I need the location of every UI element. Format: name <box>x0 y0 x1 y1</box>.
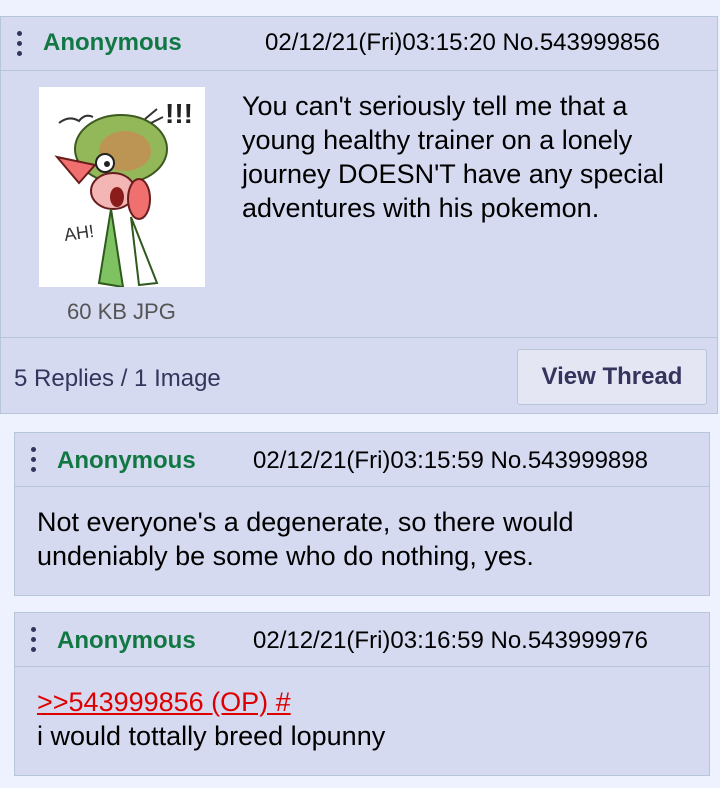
post-body: You can't seriously tell me that a young… <box>242 91 664 223</box>
post-datetime: 02/12/21(Fri)03:15:20 No.543999856 <box>265 29 660 56</box>
post-header: Anonymous 02/12/21(Fri)03:15:20 No.54399… <box>1 17 717 71</box>
post-datetime: 02/12/21(Fri)03:15:59 No.543999898 <box>253 447 648 474</box>
reply-post: Anonymous 02/12/21(Fri)03:16:59 No.54399… <box>14 612 710 776</box>
post-number[interactable]: No.543999856 <box>502 29 659 56</box>
post-body-text: i would tottally breed lopunny <box>37 721 386 751</box>
image-exclaim: !!! <box>165 98 193 129</box>
post-number[interactable]: No.543999898 <box>490 447 647 474</box>
post-body: Not everyone's a degenerate, so there wo… <box>37 507 574 571</box>
poster-name: Anonymous <box>57 447 196 474</box>
poster-name: Anonymous <box>43 29 182 56</box>
poster-name: Anonymous <box>57 627 196 654</box>
post-header: Anonymous 02/12/21(Fri)03:16:59 No.54399… <box>15 613 709 667</box>
post-header: Anonymous 02/12/21(Fri)03:15:59 No.54399… <box>15 433 709 487</box>
post-number[interactable]: No.543999976 <box>490 627 647 654</box>
image-caption: AH! <box>63 221 96 245</box>
post-thumbnail[interactable]: !!! AH! <box>39 87 205 289</box>
post-menu-icon[interactable] <box>31 627 37 652</box>
reply-summary: 5 Replies / 1 Image <box>14 365 221 392</box>
divider <box>1 337 717 338</box>
quote-link[interactable]: >>543999856 (OP) # <box>37 685 687 719</box>
post-body: >>543999856 (OP) # i would tottally bree… <box>37 685 687 753</box>
post-menu-icon[interactable] <box>31 447 37 472</box>
view-thread-button[interactable]: View Thread <box>517 349 707 405</box>
op-post: Anonymous 02/12/21(Fri)03:15:20 No.54399… <box>0 16 718 414</box>
post-datetime: 02/12/21(Fri)03:16:59 No.543999976 <box>253 627 648 654</box>
reply-post: Anonymous 02/12/21(Fri)03:15:59 No.54399… <box>14 432 710 596</box>
file-info: 60 KB JPG <box>67 299 176 324</box>
post-menu-icon[interactable] <box>17 31 23 56</box>
